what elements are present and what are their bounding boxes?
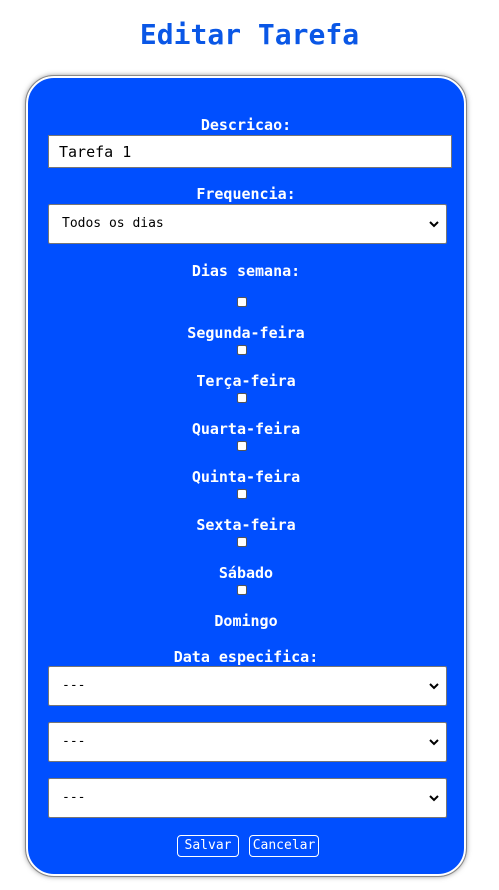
data-select-2-value: ---: [62, 734, 86, 749]
data-especifica-select-2[interactable]: ---: [48, 722, 447, 762]
data-especifica-label: Data especifica:: [173, 648, 319, 666]
checkbox-segunda-feira[interactable]: [237, 297, 247, 307]
data-especifica-select-3[interactable]: ---: [48, 778, 447, 818]
frequencia-selected-value: Todos os dias: [62, 216, 164, 231]
data-especifica-select-1[interactable]: ---: [48, 666, 447, 706]
label-segunda-feira: Segunda-feira: [187, 324, 305, 342]
checkbox-sabado[interactable]: [237, 537, 247, 547]
checkbox-quinta-feira[interactable]: [237, 441, 247, 451]
checkbox-quarta-feira[interactable]: [237, 393, 247, 403]
checkbox-sexta-feira[interactable]: [237, 489, 247, 499]
chevron-down-icon: [429, 795, 439, 802]
label-sexta-feira: Sexta-feira: [196, 516, 296, 534]
chevron-down-icon: [429, 221, 439, 228]
data-select-1-value: ---: [62, 678, 86, 693]
page-title: Editar Tarefa: [139, 18, 360, 51]
frequencia-label: Frequencia:: [196, 185, 296, 203]
chevron-down-icon: [429, 683, 439, 690]
label-sabado: Sábado: [218, 564, 274, 582]
edit-task-form: Descricao: Frequencia: Todos os dias Dia…: [25, 75, 467, 877]
label-domingo: Domingo: [214, 612, 278, 630]
label-quarta-feira: Quarta-feira: [191, 420, 301, 438]
label-quinta-feira: Quinta-feira: [191, 468, 301, 486]
checkbox-terca-feira[interactable]: [237, 345, 247, 355]
data-select-3-value: ---: [62, 790, 86, 805]
descricao-label: Descricao:: [200, 116, 292, 134]
frequencia-select[interactable]: Todos os dias: [48, 204, 447, 244]
label-terca-feira: Terça-feira: [196, 372, 296, 390]
cancel-button[interactable]: Cancelar: [249, 835, 319, 857]
save-button[interactable]: Salvar: [177, 835, 239, 857]
checkbox-domingo[interactable]: [237, 585, 247, 595]
dias-semana-label: Dias semana:: [191, 262, 301, 280]
descricao-input[interactable]: [48, 135, 452, 168]
chevron-down-icon: [429, 739, 439, 746]
